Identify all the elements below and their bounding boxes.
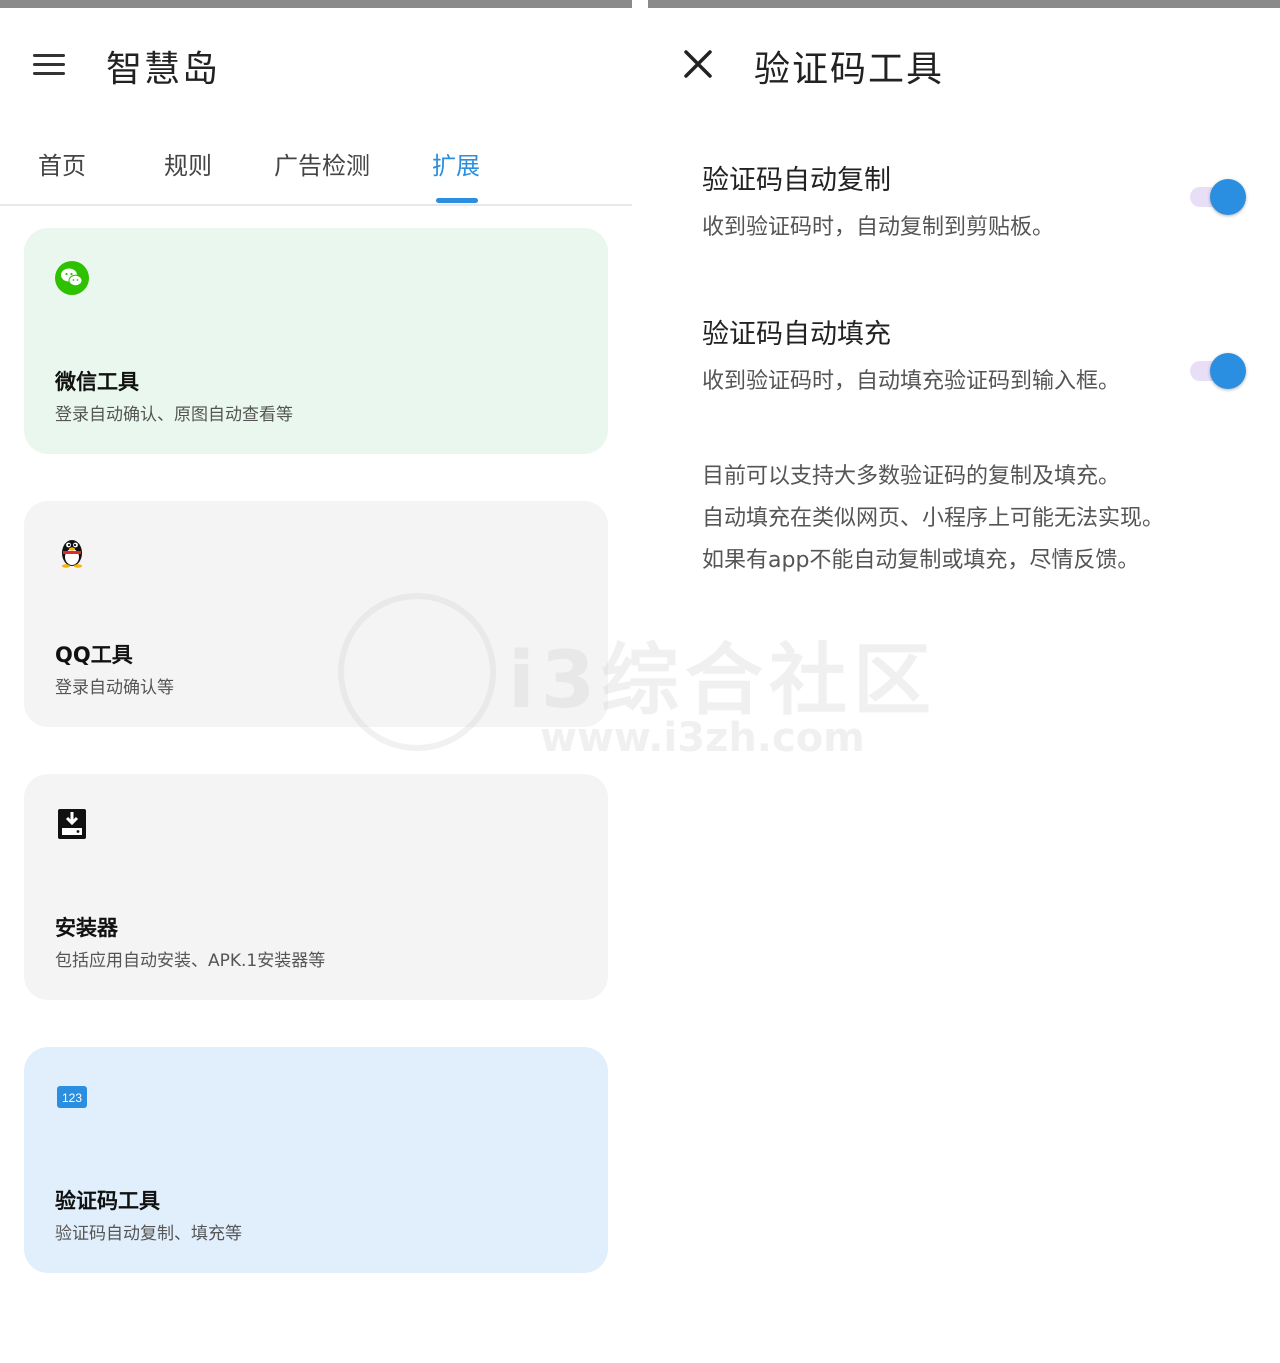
watermark-url: www.i3zh.com (540, 715, 865, 761)
tab-bar: 首页 规则 广告检测 扩展 (0, 140, 632, 206)
watermark-text: i3综合社区 (508, 636, 938, 726)
card-wechat-tools[interactable]: 微信工具 登录自动确认、原图自动查看等 (24, 228, 608, 454)
card-title: 验证码工具 (55, 1189, 160, 1213)
setting-auto-fill: 验证码自动填充 收到验证码时，自动填充验证码到输入框。 (702, 312, 1142, 403)
setting-title: 验证码自动填充 (702, 319, 891, 350)
card-installer[interactable]: 安装器 包括应用自动安装、APK.1安装器等 (24, 774, 608, 1000)
card-subtitle: 包括应用自动安装、APK.1安装器等 (55, 951, 326, 971)
app-title: 智慧岛 (106, 49, 221, 90)
svg-text:123: 123 (62, 1091, 82, 1105)
setting-auto-copy: 验证码自动复制 收到验证码时，自动复制到剪贴板。 (702, 158, 1182, 249)
info-line: 自动填充在类似网页、小程序上可能无法实现。 (702, 506, 1165, 531)
page-title: 验证码工具 (754, 49, 945, 90)
tab-home[interactable]: 首页 (38, 146, 86, 181)
card-title: QQ工具 (55, 643, 133, 667)
tab-indicator (436, 198, 478, 203)
installer-icon (58, 809, 86, 839)
info-line: 如果有app不能自动复制或填充，尽情反馈。 (702, 548, 1140, 573)
close-icon[interactable] (680, 46, 716, 82)
setting-description: 收到验证码时，自动填充验证码到输入框。 (702, 369, 1121, 394)
setting-title: 验证码自动复制 (702, 165, 891, 196)
tab-extensions[interactable]: 扩展 (432, 146, 480, 181)
auto-fill-toggle[interactable] (1188, 351, 1248, 391)
auto-copy-toggle[interactable] (1188, 177, 1248, 217)
card-subtitle: 验证码自动复制、填充等 (55, 1224, 242, 1244)
menu-icon[interactable] (30, 50, 70, 80)
wechat-icon (55, 261, 89, 295)
card-title: 微信工具 (55, 370, 139, 394)
toggle-knob (1210, 353, 1246, 389)
card-title: 安装器 (55, 916, 118, 940)
card-subtitle: 登录自动确认、原图自动查看等 (55, 405, 293, 425)
info-line: 目前可以支持大多数验证码的复制及填充。 (702, 464, 1121, 489)
watermark-logo (338, 593, 496, 751)
toggle-knob (1210, 179, 1246, 215)
info-text: 目前可以支持大多数验证码的复制及填充。 自动填充在类似网页、小程序上可能无法实现… (702, 456, 1262, 582)
card-verification-code-tools[interactable]: 123 验证码工具 验证码自动复制、填充等 (24, 1047, 608, 1273)
card-subtitle: 登录自动确认等 (55, 678, 174, 698)
setting-description: 收到验证码时，自动复制到剪贴板。 (702, 215, 1055, 240)
qq-penguin-icon (62, 540, 82, 568)
numeric-123-icon: 123 (57, 1086, 87, 1108)
tab-rules[interactable]: 规则 (164, 146, 212, 181)
tab-ad-detection[interactable]: 广告检测 (274, 146, 370, 181)
